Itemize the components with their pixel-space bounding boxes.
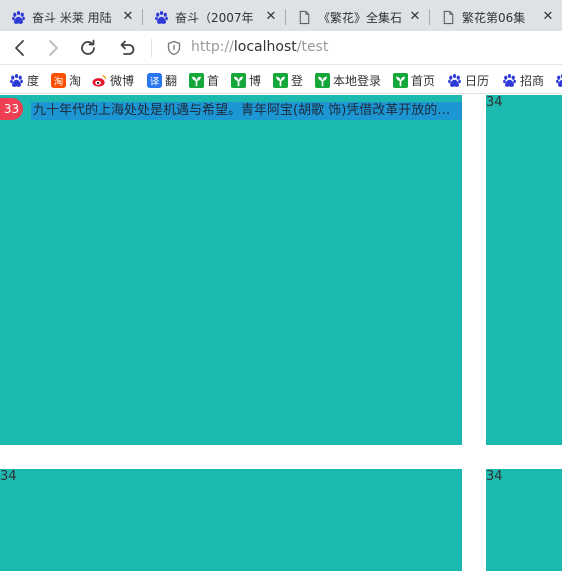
undo-icon (120, 40, 135, 55)
paw-icon (502, 73, 517, 88)
bookmark-label: 本地登录 (333, 74, 382, 88)
page-icon (440, 9, 456, 25)
weibo-icon (92, 73, 107, 88)
forward-arrow-icon (49, 40, 58, 56)
url-path: /test (296, 39, 329, 55)
svg-text:淘: 淘 (54, 75, 63, 87)
tab-strip: 奋斗 米莱 用陆 ✕ 奋斗（2007年 ✕ 《繁花》全集石 ✕ 繁花第06集 ✕ (0, 0, 562, 31)
bookmarks-bar: 度 淘 淘 微博 译 翻 首 博 登 本地登录 首页 日历 招商 (0, 66, 562, 94)
tab-3[interactable]: 《繁花》全集石 ✕ (286, 3, 429, 31)
bookmark-item[interactable]: 首页 (393, 72, 435, 89)
bookmark-label: 日历 (465, 74, 490, 88)
video-card[interactable]: 34 (486, 469, 562, 571)
close-icon[interactable]: ✕ (120, 9, 136, 25)
bookmark-label: 翻 (165, 74, 178, 88)
bookmark-item-overflow[interactable] (555, 72, 562, 89)
sprout-icon (231, 73, 246, 88)
bookmark-item[interactable]: 译 翻 (147, 72, 177, 89)
sprout-icon (189, 73, 204, 88)
close-icon[interactable]: ✕ (407, 9, 423, 25)
bookmark-item[interactable]: 微博 (92, 72, 134, 89)
bookmark-label: 招商 (520, 74, 545, 88)
shield-icon[interactable] (166, 40, 182, 56)
paw-icon (10, 9, 26, 25)
tab-title: 《繁花》全集石 (318, 10, 403, 25)
paw-icon (555, 73, 562, 88)
tab-2[interactable]: 奋斗（2007年 ✕ (143, 3, 285, 31)
close-icon[interactable]: ✕ (540, 9, 556, 25)
page-content: 33 九十年代的上海处处是机遇与希望。青年阿宝(胡歌 饰)凭借改革开放的东风 3… (0, 95, 562, 571)
paw-icon (447, 73, 462, 88)
toolbar-divider (151, 39, 152, 57)
bookmark-item[interactable]: 招商 (502, 72, 544, 89)
video-card[interactable]: 34 (0, 469, 462, 571)
sprout-icon (315, 73, 330, 88)
url-host: localhost (233, 39, 297, 55)
reload-icon (81, 39, 95, 55)
card-number: 34 (486, 469, 503, 484)
card-number: 34 (486, 95, 503, 110)
card-description: 九十年代的上海处处是机遇与希望。青年阿宝(胡歌 饰)凭借改革开放的东风 (31, 102, 462, 120)
bookmark-item[interactable]: 本地登录 (315, 72, 381, 89)
bookmark-label: 淘 (69, 74, 82, 88)
video-card[interactable]: 34 (486, 95, 562, 445)
tab-1[interactable]: 奋斗 米莱 用陆 ✕ (0, 3, 142, 31)
card-number: 34 (0, 469, 17, 484)
video-card[interactable]: 33 九十年代的上海处处是机遇与希望。青年阿宝(胡歌 饰)凭借改革开放的东风 (0, 95, 462, 445)
forward-button[interactable] (40, 35, 66, 61)
sprout-icon (393, 73, 408, 88)
close-icon[interactable]: ✕ (263, 9, 279, 25)
svg-text:译: 译 (150, 76, 160, 87)
translate-icon: 译 (147, 73, 162, 88)
url-scheme: http:// (191, 39, 234, 55)
bookmark-label: 登 (291, 74, 304, 88)
reload-button[interactable] (75, 35, 101, 61)
tab-title: 奋斗（2007年 (175, 10, 254, 25)
address-bar[interactable]: http://localhost/test (191, 39, 328, 55)
bookmark-label: 微博 (110, 74, 135, 88)
taobao-icon: 淘 (51, 73, 66, 88)
bookmark-item[interactable]: 淘 淘 (51, 72, 81, 89)
paw-icon (153, 9, 169, 25)
sprout-icon (273, 73, 288, 88)
page-icon (296, 9, 312, 25)
bookmark-label: 首 (207, 74, 220, 88)
bookmark-item[interactable]: 度 (9, 72, 39, 89)
bookmark-item[interactable]: 日历 (447, 72, 489, 89)
browser-toolbar: http://localhost/test (0, 31, 562, 65)
back-button[interactable] (7, 35, 33, 61)
bookmark-item[interactable]: 博 (231, 72, 261, 89)
back-arrow-icon (15, 40, 24, 56)
bookmark-label: 度 (27, 74, 40, 88)
bookmark-label: 首页 (411, 74, 436, 88)
tab-title: 繁花第06集 (462, 10, 526, 25)
bookmark-item[interactable]: 首 (189, 72, 219, 89)
tab-4[interactable]: 繁花第06集 ✕ (430, 3, 562, 31)
bookmark-item[interactable]: 登 (273, 72, 303, 89)
episode-badge: 33 (0, 98, 23, 120)
undo-button[interactable] (113, 35, 139, 61)
tab-title: 奋斗 米莱 用陆 (32, 10, 112, 25)
bookmark-label: 博 (249, 74, 262, 88)
paw-icon (9, 73, 24, 88)
